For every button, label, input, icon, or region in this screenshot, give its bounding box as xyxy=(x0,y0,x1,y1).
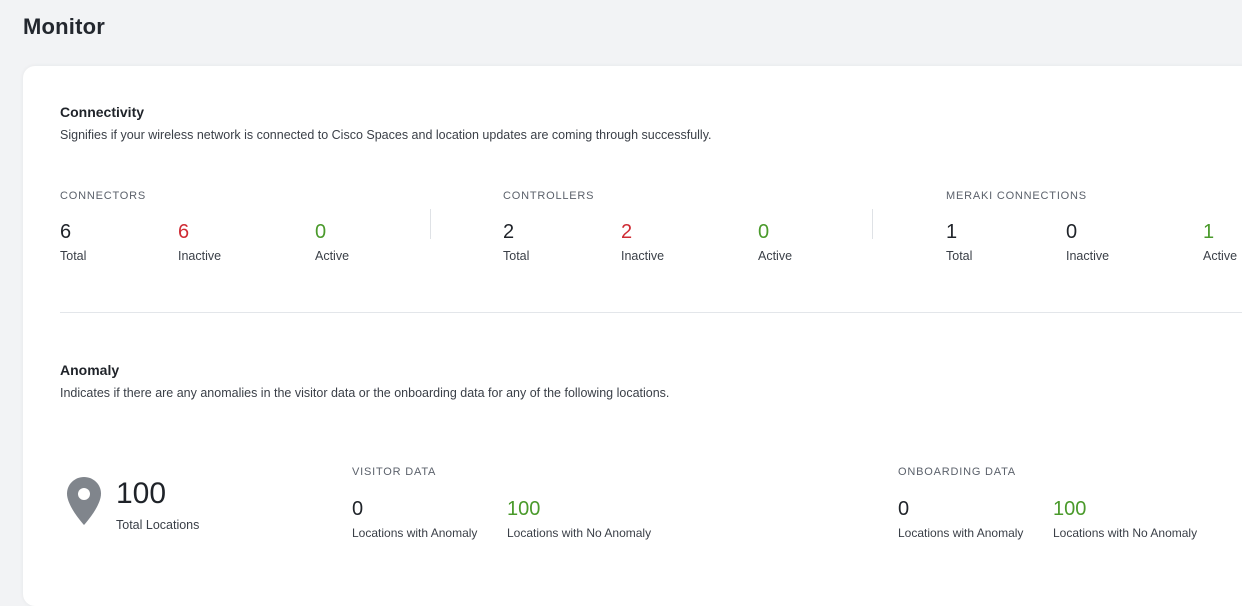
connectors-active-metric: 0 Active xyxy=(315,221,349,263)
onboarding-with-anomaly-metric: 0 Locations with Anomaly xyxy=(898,498,1023,540)
separator xyxy=(430,209,431,239)
visitor-with-anomaly-value: 0 xyxy=(352,498,364,520)
onboarding-no-anomaly-value: 100 xyxy=(1053,498,1087,520)
meraki-active-metric: 1 Active xyxy=(1203,221,1237,263)
meraki-active-value: 1 xyxy=(1203,221,1215,243)
connectors-inactive-label: Inactive xyxy=(178,249,222,263)
controllers-active-metric: 0 Active xyxy=(758,221,792,263)
meraki-inactive-value: 0 xyxy=(1066,221,1078,243)
visitor-no-anomaly-value: 100 xyxy=(507,498,541,520)
meraki-inactive-metric: 0 Inactive xyxy=(1066,221,1109,263)
connectors-label: CONNECTORS xyxy=(60,190,147,202)
connectors-total-label: Total xyxy=(60,249,87,263)
page-title: Monitor xyxy=(23,14,106,39)
location-pin-icon xyxy=(67,477,101,525)
meraki-connections-label: MERAKI CONNECTIONS xyxy=(946,190,1087,202)
onboarding-with-anomaly-value: 0 xyxy=(898,498,910,520)
meraki-total-label: Total xyxy=(946,249,973,263)
meraki-total-metric: 1 Total xyxy=(946,221,972,263)
visitor-with-anomaly-metric: 0 Locations with Anomaly xyxy=(352,498,477,540)
controllers-total-value: 2 xyxy=(503,221,515,243)
connectors-total-value: 6 xyxy=(60,221,72,243)
visitor-data-label: VISITOR DATA xyxy=(352,466,437,478)
meraki-active-label: Active xyxy=(1203,249,1238,263)
controllers-inactive-label: Inactive xyxy=(621,249,665,263)
controllers-total-label: Total xyxy=(503,249,530,263)
visitor-no-anomaly-label: Locations with No Anomaly xyxy=(507,526,652,540)
anomaly-description: Indicates if there are any anomalies in … xyxy=(60,386,670,400)
controllers-total-metric: 2 Total xyxy=(503,221,529,263)
controllers-active-value: 0 xyxy=(758,221,770,243)
meraki-inactive-label: Inactive xyxy=(1066,249,1110,263)
onboarding-data-label: ONBOARDING DATA xyxy=(898,466,1016,478)
controllers-inactive-value: 2 xyxy=(621,221,633,243)
meraki-total-value: 1 xyxy=(946,221,958,243)
connectors-inactive-value: 6 xyxy=(178,221,190,243)
separator xyxy=(872,209,873,239)
onboarding-no-anomaly-metric: 100 Locations with No Anomaly xyxy=(1053,498,1197,540)
controllers-active-label: Active xyxy=(758,249,793,263)
visitor-with-anomaly-label: Locations with Anomaly xyxy=(352,526,478,540)
connectors-active-label: Active xyxy=(315,249,350,263)
total-locations-label: Total Locations xyxy=(116,518,200,532)
onboarding-with-anomaly-label: Locations with Anomaly xyxy=(898,526,1024,540)
section-divider xyxy=(60,312,1242,313)
controllers-inactive-metric: 2 Inactive xyxy=(621,221,664,263)
monitor-card: Connectivity Signifies if your wireless … xyxy=(23,66,1242,606)
controllers-label: CONTROLLERS xyxy=(503,190,595,202)
visitor-no-anomaly-metric: 100 Locations with No Anomaly xyxy=(507,498,651,540)
connectors-active-value: 0 xyxy=(315,221,327,243)
onboarding-no-anomaly-label: Locations with No Anomaly xyxy=(1053,526,1198,540)
total-locations-value: 100 xyxy=(116,477,167,510)
connectivity-description: Signifies if your wireless network is co… xyxy=(60,128,712,142)
connectors-total-metric: 6 Total xyxy=(60,221,86,263)
connectivity-title: Connectivity xyxy=(60,104,145,120)
anomaly-title: Anomaly xyxy=(60,362,120,378)
connectors-inactive-metric: 6 Inactive xyxy=(178,221,221,263)
